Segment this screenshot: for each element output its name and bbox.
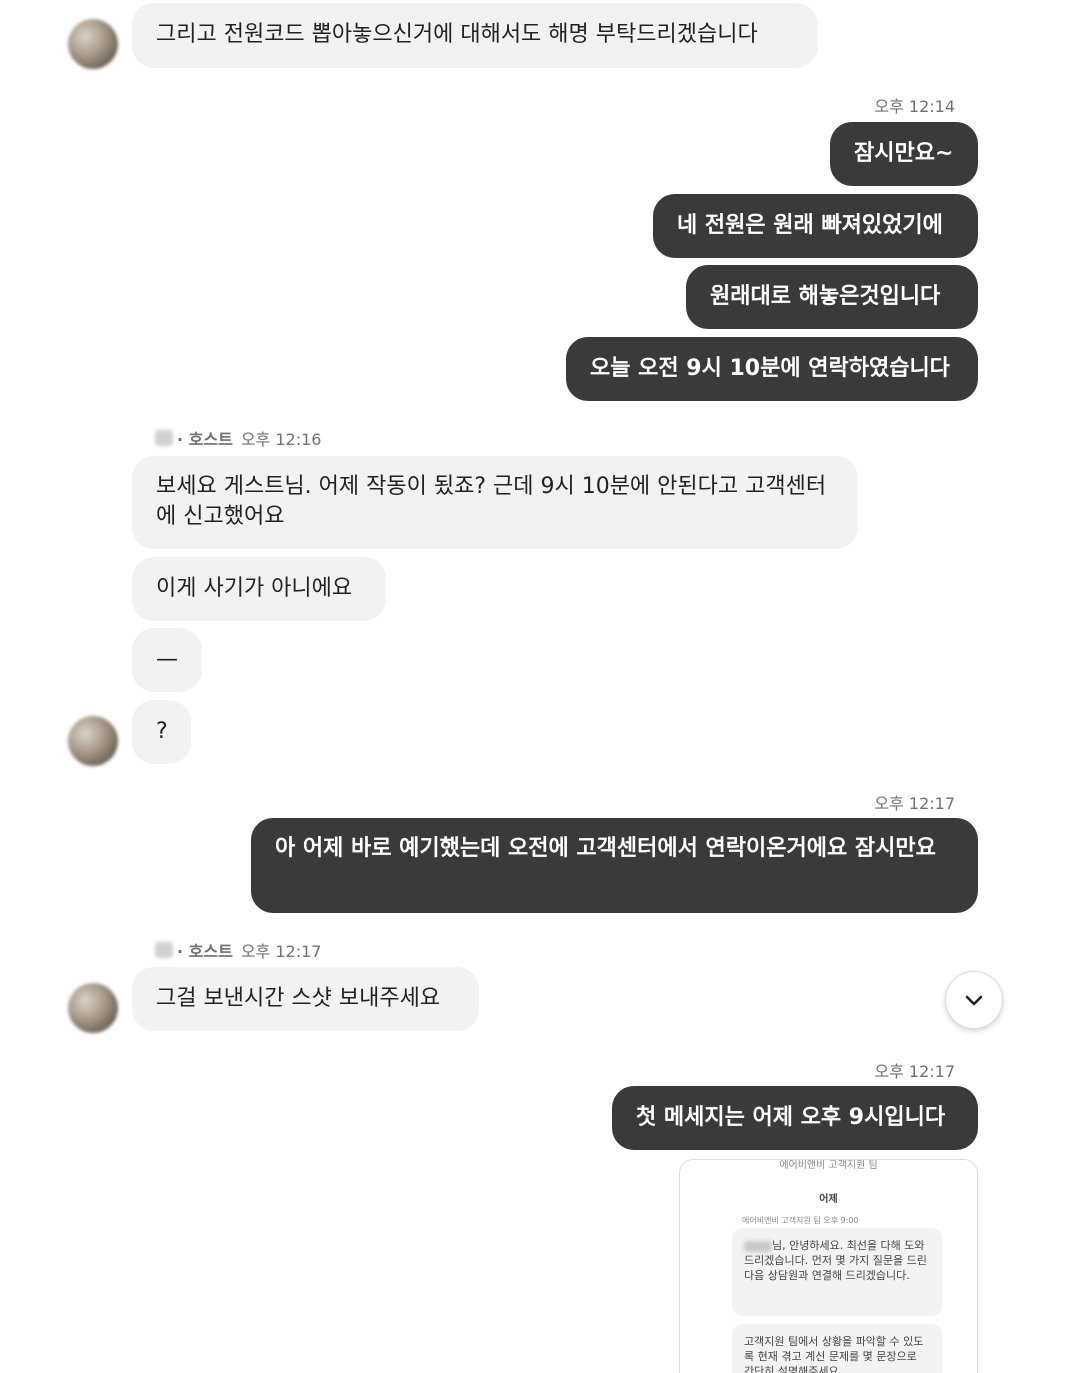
host-avatar <box>68 983 118 1033</box>
message-bubble: 이게 사기가 아니에요 <box>132 557 386 621</box>
message-bubble: 오늘 오전 9시 10분에 연락하였습니다 <box>566 337 978 401</box>
sender-time: 오후 12:17 <box>240 942 322 961</box>
message-bubble: — <box>132 628 202 692</box>
message-bubble: 보세요 게스트님. 어제 작동이 됬죠? 근데 9시 10분에 안된다고 고객센… <box>132 456 858 549</box>
sender-header: · 호스트 오후 12:17 <box>155 938 321 962</box>
attachment-header: 에어비앤비 고객지원 팀 <box>779 1160 878 1171</box>
message-timestamp: 오후 12:14 <box>874 97 955 116</box>
message-bubble: 원래대로 해놓은것입니다 <box>686 265 978 329</box>
message-bubble: 네 전원은 원래 빠져있었기에 <box>653 194 978 258</box>
message-timestamp: 오후 12:17 <box>874 1062 955 1081</box>
sender-time: 오후 12:16 <box>240 430 322 449</box>
attachment-message: 님, 안녕하세요. 최선을 다해 도와드리겠습니다. 먼저 몇 가지 질문을 드… <box>732 1228 942 1316</box>
scroll-to-bottom-button[interactable] <box>945 971 1003 1029</box>
message-bubble: 첫 메세지는 어제 오후 9시입니다 <box>612 1086 978 1150</box>
image-attachment[interactable]: 에어비앤비 고객지원 팀 어제 에어비앤비 고객지원 팀 오후 9:00 님, … <box>679 1159 978 1373</box>
redacted-name <box>744 1240 772 1252</box>
message-bubble: 그리고 전원코드 뽑아놓으신거에 대해서도 해명 부탁드리겠습니다 <box>132 3 818 68</box>
sender-role: · 호스트 <box>177 942 233 961</box>
attachment-date: 어제 <box>819 1194 838 1205</box>
message-bubble: 잠시만요~ <box>830 122 978 186</box>
attachment-meta: 에어비앤비 고객지원 팀 오후 9:00 <box>742 1216 859 1225</box>
sender-role: · 호스트 <box>177 430 233 449</box>
attachment-message: 고객지원 팀에서 상황을 파악할 수 있도록 현재 겪고 계신 문제를 몇 문장… <box>732 1324 942 1373</box>
chevron-down-icon <box>965 995 983 1006</box>
message-timestamp: 오후 12:17 <box>874 794 955 813</box>
sender-header: · 호스트 오후 12:16 <box>155 426 321 450</box>
message-bubble: ? <box>132 700 191 764</box>
message-bubble: 그걸 보낸시간 스샷 보내주세요 <box>132 967 479 1031</box>
host-avatar <box>68 19 118 69</box>
sender-name-redacted <box>155 942 173 958</box>
message-bubble: 아 어제 바로 예기했는데 오전에 고객센터에서 연락이온거에요 잠시만요 <box>251 818 978 913</box>
host-avatar <box>68 716 118 766</box>
sender-name-redacted <box>155 430 173 446</box>
